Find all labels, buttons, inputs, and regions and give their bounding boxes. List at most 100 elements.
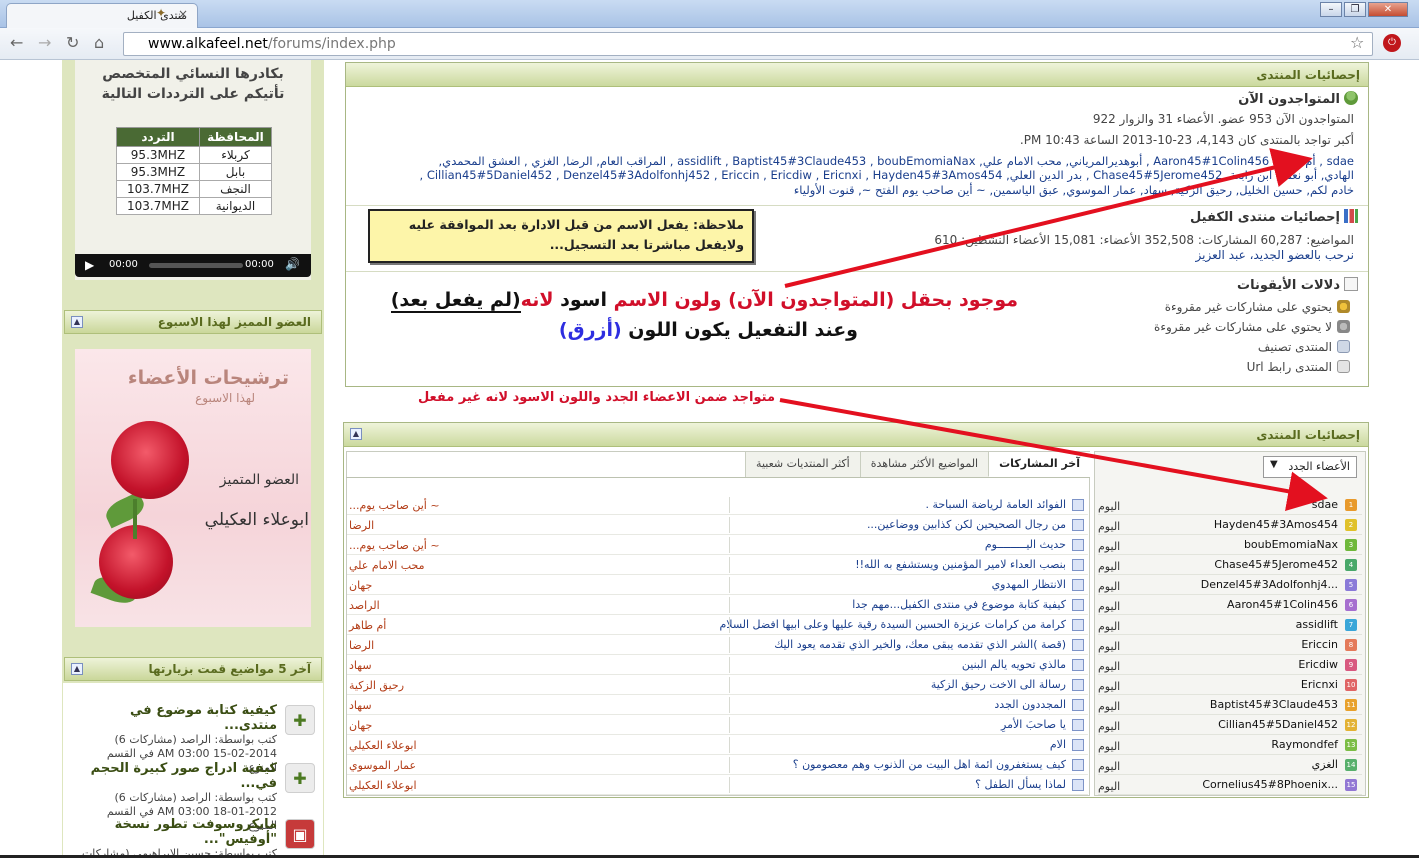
player-progress-track[interactable] (149, 263, 243, 268)
forward-icon[interactable]: → (38, 33, 51, 52)
recent-topic-title[interactable]: كيفية كتابة موضوع في منتدى... (77, 703, 277, 733)
member-row[interactable]: 2 Hayden45#3Amos454 اليوم (1098, 515, 1362, 535)
member-row[interactable]: 8 Ericcin اليوم (1098, 635, 1362, 655)
window-close-button[interactable]: ✕ (1368, 2, 1408, 17)
post-title[interactable]: يا صاحبَ الأمرِ (1001, 718, 1066, 731)
member-name[interactable]: sdae (1312, 498, 1338, 511)
member-row[interactable]: 10 Ericnxi اليوم (1098, 675, 1362, 695)
post-title[interactable]: الفوائد العامة لرياضة السباحة . (925, 498, 1066, 511)
member-row[interactable]: 13 Raymondfef اليوم (1098, 735, 1362, 755)
post-author[interactable]: محب الامام علي (349, 559, 425, 572)
member-row[interactable]: 5 Denzel45#3Adolfonhj4... اليوم (1098, 575, 1362, 595)
member-name[interactable]: Baptist45#3Claude453 (1210, 698, 1338, 711)
member-row[interactable]: 12 Cillian45#5Daniel452 اليوم (1098, 715, 1362, 735)
post-title[interactable]: (قصة )الشر الذي تقدمه يبقى معك، والخير ا… (774, 638, 1066, 651)
member-row[interactable]: 11 Baptist45#3Claude453 اليوم (1098, 695, 1362, 715)
volume-icon[interactable]: 🔊 (285, 257, 300, 271)
online-users-list-3[interactable]: خادم لكم, حسين الخليل, رحيق الزكية, سهاد… (369, 183, 1354, 197)
post-row[interactable]: حديث اليـــــــــوم ~ أين صاحب يوم... (347, 535, 1088, 555)
post-author[interactable]: سهاد (349, 699, 372, 712)
member-row[interactable]: 7 assidlift اليوم (1098, 615, 1362, 635)
member-name[interactable]: الغزي (1312, 758, 1338, 771)
back-icon[interactable]: ← (10, 33, 23, 52)
members-filter-select[interactable]: الأعضاء الجدد ▼ (1263, 456, 1357, 478)
post-title[interactable]: رسالة الى الاخت رحيق الزكية (931, 678, 1066, 691)
post-title[interactable]: لماذا يسأل الطفل ؟ (975, 778, 1066, 791)
post-title[interactable]: المجددون الجدد (994, 698, 1066, 711)
post-row[interactable]: لماذا يسأل الطفل ؟ ابوعلاء العكيلي (347, 775, 1088, 795)
post-row[interactable]: المجددون الجدد سهاد (347, 695, 1088, 715)
post-title[interactable]: حديث اليـــــــــوم (985, 538, 1066, 551)
post-title[interactable]: الانتظار المهدوي (992, 578, 1066, 591)
recent-topic-item[interactable]: ▣ مايكروسوفت تطور نسخة "أوفيس"... كتب بو… (77, 817, 315, 858)
post-row[interactable]: بنصب العداء لامير المؤمنين ويستشفع به ال… (347, 555, 1088, 575)
post-title[interactable]: مالذي تحويه يالم البنين (962, 658, 1066, 671)
member-name[interactable]: Aaron45#1Colin456 (1227, 598, 1338, 611)
member-row[interactable]: 4 Chase45#5Jerome452 اليوم (1098, 555, 1362, 575)
post-row[interactable]: كيفية كتابة موضوع في منتدى الكفيل...مهم … (347, 595, 1088, 615)
post-author[interactable]: جهان (349, 719, 372, 732)
post-author[interactable]: الراصد (349, 599, 380, 612)
post-author[interactable]: رحيق الزكية (349, 679, 404, 692)
post-row[interactable]: (قصة )الشر الذي تقدمه يبقى معك، والخير ا… (347, 635, 1088, 655)
post-author[interactable]: أم طاهر (349, 619, 386, 632)
member-name[interactable]: Ericcin (1301, 638, 1338, 651)
post-author[interactable]: جهان (349, 579, 372, 592)
online-users-list-2[interactable]: الهادي, أبو نعمة, ابن رابعة, Chase45#5Je… (369, 168, 1354, 182)
member-row[interactable]: 6 Aaron45#1Colin456 اليوم (1098, 595, 1362, 615)
collapse-icon[interactable]: ▲ (350, 428, 362, 440)
bookmark-star-icon[interactable]: ☆ (1350, 33, 1364, 52)
member-name[interactable]: boubEmomiaNax (1244, 538, 1338, 551)
tab-most-viewed[interactable]: المواضيع الأكثر مشاهدة (859, 452, 989, 477)
recent-topic-title[interactable]: مايكروسوفت تطور نسخة "أوفيس"... (77, 817, 277, 847)
member-row[interactable]: 9 Ericdiw اليوم (1098, 655, 1362, 675)
member-name[interactable]: Ericdiw (1298, 658, 1338, 671)
post-row[interactable]: كرامة من كرامات عزيزة الحسين السيدة رقية… (347, 615, 1088, 635)
post-author[interactable]: ابوعلاء العكيلي (349, 779, 417, 792)
post-row[interactable]: الانتظار المهدوي جهان (347, 575, 1088, 595)
member-name[interactable]: Raymondfef (1271, 738, 1338, 751)
reload-icon[interactable]: ↻ (66, 33, 79, 52)
tab-close-icon[interactable]: × (178, 7, 188, 21)
url-bar[interactable]: www.alkafeel.net/forums/index.php (123, 32, 1373, 56)
post-title[interactable]: بنصب العداء لامير المؤمنين ويستشفع به ال… (855, 558, 1066, 571)
post-row[interactable]: الفوائد العامة لرياضة السباحة . ~ أين صاح… (347, 495, 1088, 515)
minimize-button[interactable]: – (1320, 2, 1342, 17)
post-author[interactable]: ~ أين صاحب يوم... (349, 539, 440, 552)
member-row[interactable]: 1 sdae اليوم (1098, 495, 1362, 515)
post-title[interactable]: كيفية كتابة موضوع في منتدى الكفيل...مهم … (852, 598, 1066, 611)
post-title[interactable]: كرامة من كرامات عزيزة الحسين السيدة رقية… (719, 618, 1066, 631)
post-title[interactable]: كيف يستغفرون ائمة اهل البيت من الذنوب وه… (793, 758, 1066, 771)
featured-member-name[interactable]: ابوعلاء العكيلي (205, 510, 309, 530)
play-icon[interactable]: ▶ (85, 258, 94, 272)
recent-topic-title[interactable]: كيفية ادراج صور كبيرة الحجم في... (77, 761, 277, 791)
member-name[interactable]: Cillian45#5Daniel452 (1218, 718, 1338, 731)
post-author[interactable]: ابوعلاء العكيلي (349, 739, 417, 752)
post-author[interactable]: الرضا (349, 639, 374, 652)
online-users-list-1[interactable]: sdae , أم طاهر, Aaron45#1Colin456 , أبوه… (369, 154, 1354, 168)
post-row[interactable]: يا صاحبَ الأمرِ جهان (347, 715, 1088, 735)
member-name[interactable]: Ericnxi (1301, 678, 1338, 691)
post-author[interactable]: سهاد (349, 659, 372, 672)
maximize-button[interactable]: ❐ (1344, 2, 1366, 17)
home-icon[interactable]: ⌂ (94, 33, 104, 52)
member-name[interactable]: Chase45#5Jerome452 (1214, 558, 1338, 571)
member-name[interactable]: Cornelius45#8Phoenix... (1202, 778, 1338, 791)
member-row[interactable]: 15 Cornelius45#8Phoenix... اليوم (1098, 775, 1362, 795)
member-name[interactable]: assidlift (1296, 618, 1338, 631)
tab-popular-forums[interactable]: أكثر المنتديات شعبية (745, 452, 860, 477)
welcome-new-member[interactable]: نرحب بالعضو الجديد، عبد العزيز (1196, 248, 1354, 262)
post-author[interactable]: ~ أين صاحب يوم... (349, 499, 440, 512)
post-row[interactable]: مالذي تحويه يالم البنين سهاد (347, 655, 1088, 675)
post-row[interactable]: كيف يستغفرون ائمة اهل البيت من الذنوب وه… (347, 755, 1088, 775)
post-row[interactable]: من رجال الصحيحين لكن كذابين ووضاعين... ال… (347, 515, 1088, 535)
member-name[interactable]: Denzel45#3Adolfonhj4... (1201, 578, 1338, 591)
member-row[interactable]: 14 الغزي اليوم (1098, 755, 1362, 775)
member-row[interactable]: 3 boubEmomiaNax اليوم (1098, 535, 1362, 555)
extension-stop-icon[interactable]: ⏻ (1383, 34, 1401, 52)
collapse-icon[interactable]: ▲ (71, 663, 83, 675)
post-title[interactable]: الام (1050, 738, 1066, 751)
post-author[interactable]: الرضا (349, 519, 374, 532)
member-name[interactable]: Hayden45#3Amos454 (1214, 518, 1338, 531)
post-title[interactable]: من رجال الصحيحين لكن كذابين ووضاعين... (867, 518, 1066, 531)
